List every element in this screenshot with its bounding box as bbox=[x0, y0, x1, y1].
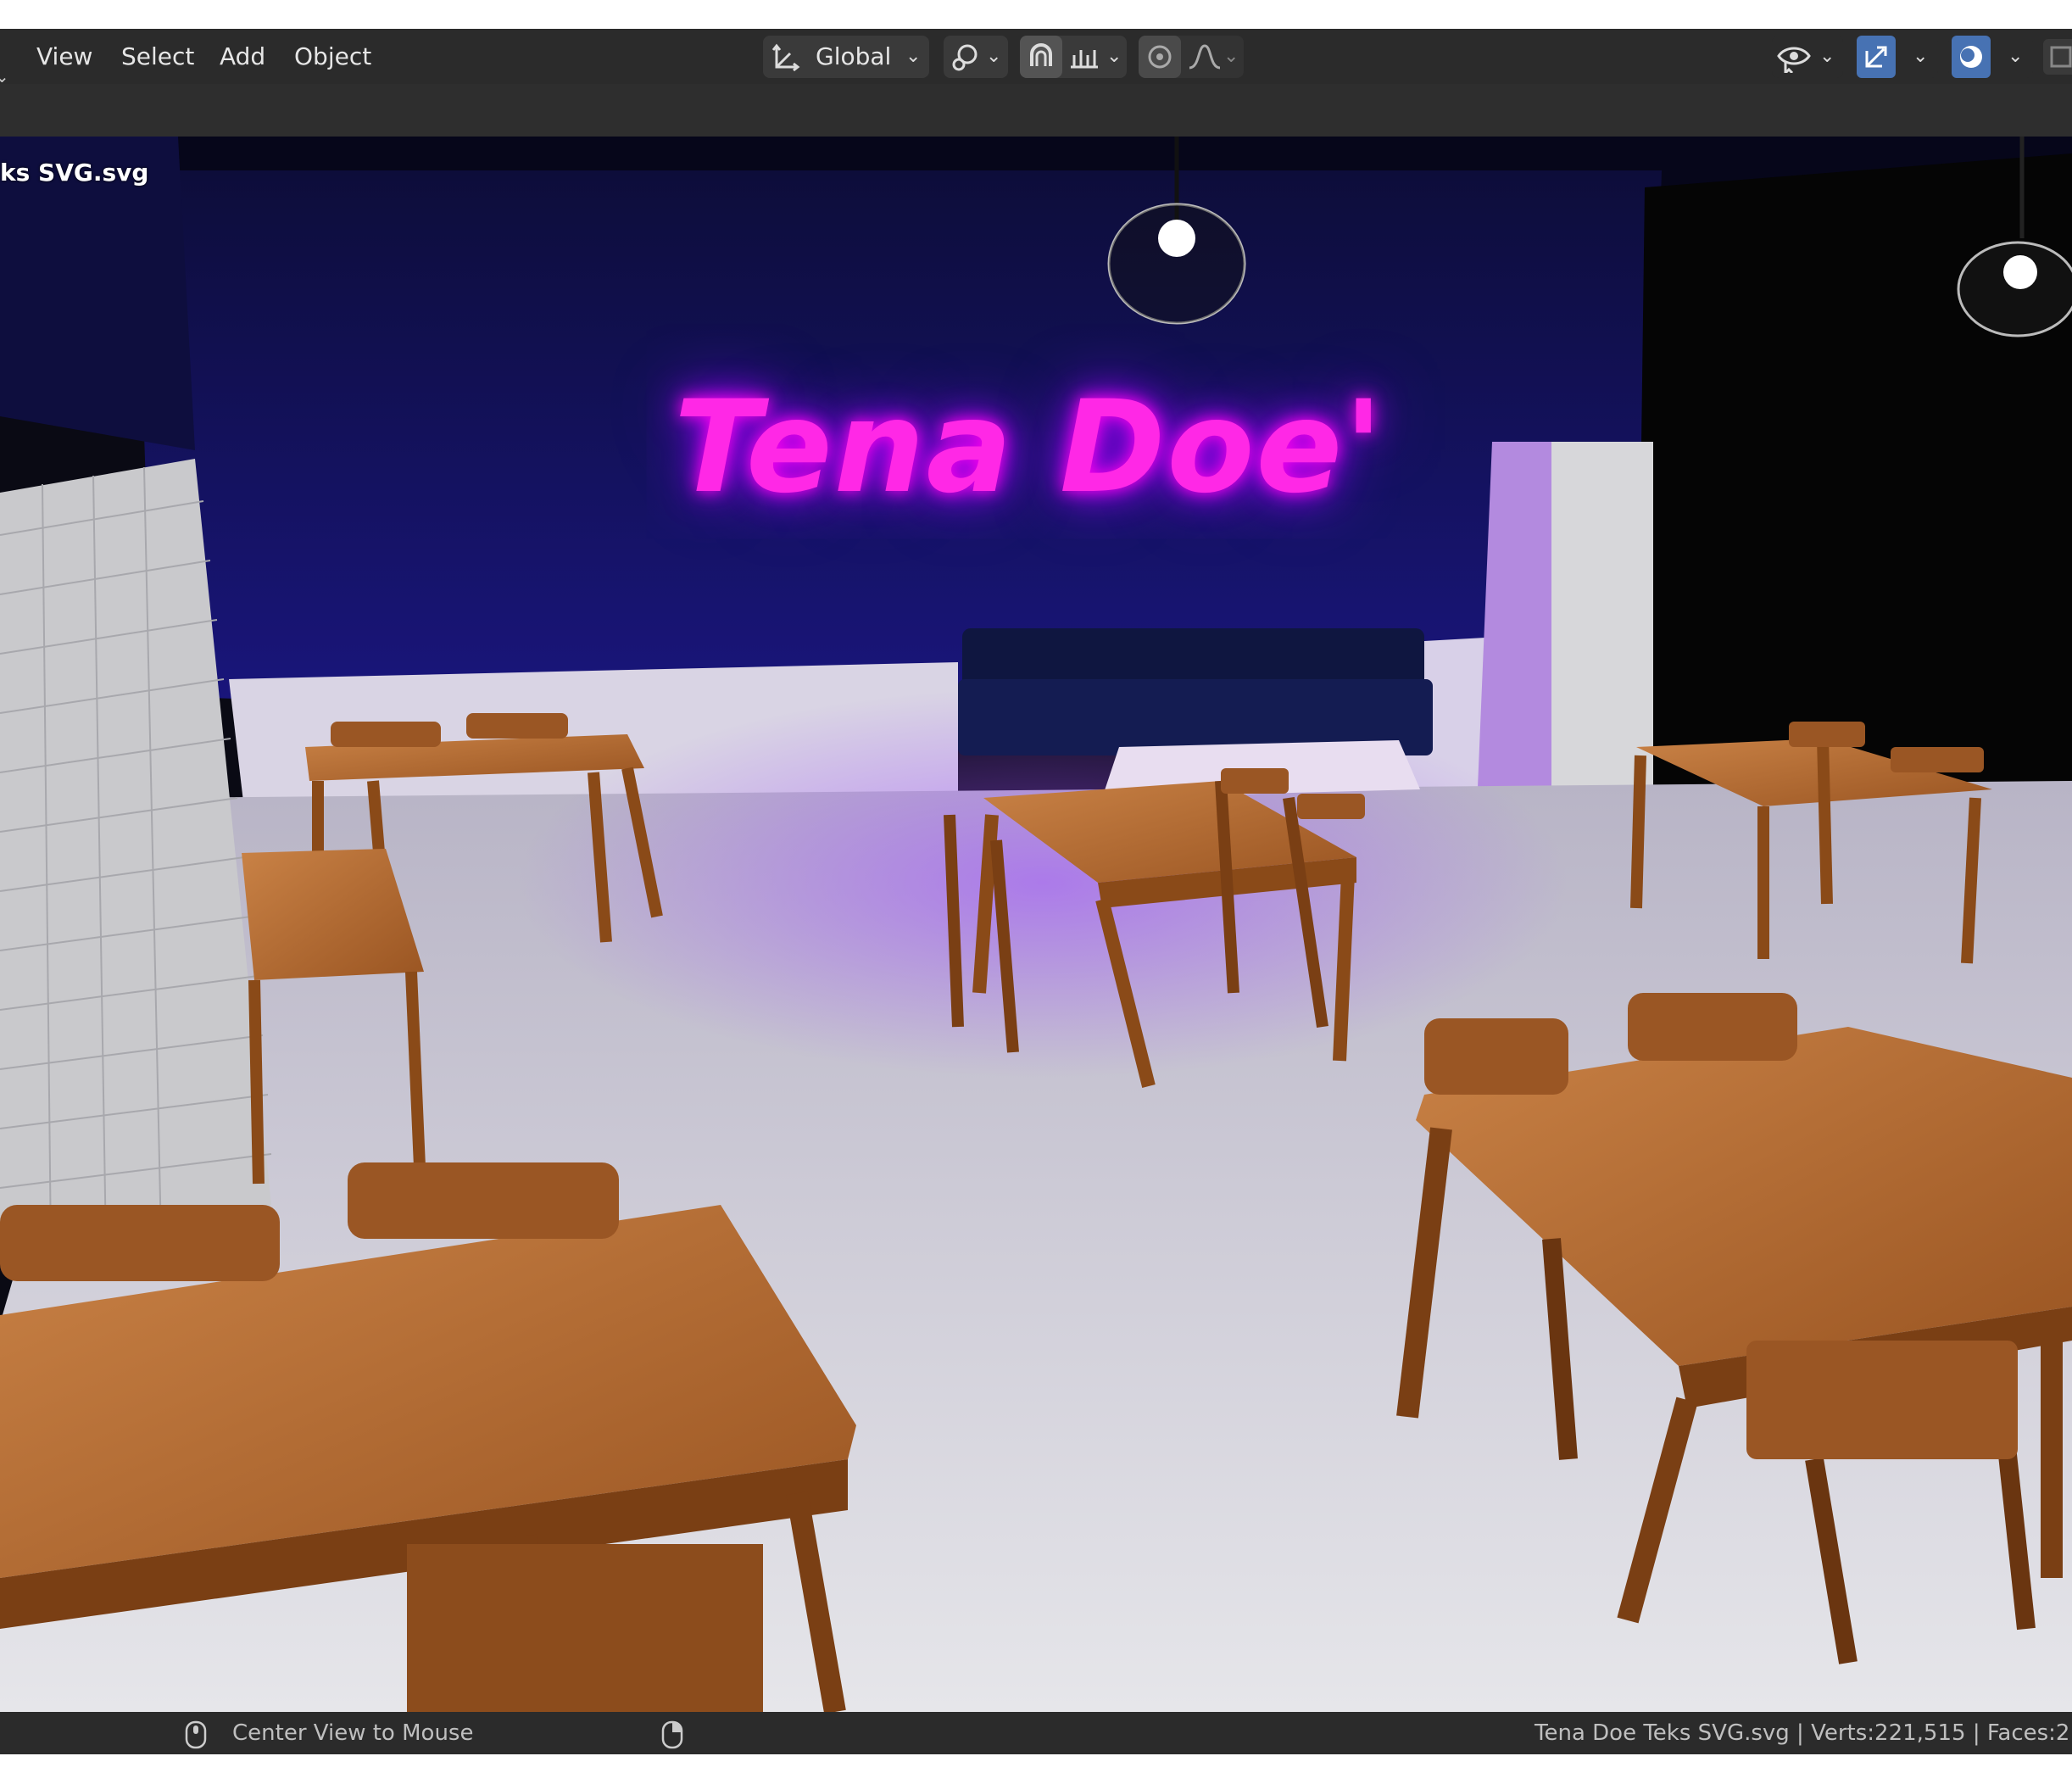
gizmo-toggle[interactable] bbox=[1857, 36, 1896, 78]
snapping-group: ⌄ bbox=[1020, 36, 1127, 78]
pivot-point-icon bbox=[952, 44, 978, 71]
proportional-editing-group: ⌄ bbox=[1139, 36, 1244, 78]
proportional-editing-toggle[interactable] bbox=[1139, 36, 1181, 78]
snap-toggle[interactable] bbox=[1020, 36, 1062, 78]
chevron-down-icon: ⌄ bbox=[905, 46, 922, 67]
menu-select[interactable]: Select bbox=[121, 29, 194, 84]
overlays-toggle[interactable] bbox=[1952, 36, 1991, 78]
transform-orientation-dropdown[interactable]: Global ⌄ bbox=[763, 36, 929, 78]
chevron-down-icon[interactable]: ⌄ bbox=[1106, 36, 1122, 78]
rendered-scene bbox=[0, 137, 2072, 1712]
xray-icon bbox=[2050, 46, 2072, 68]
menu-object[interactable]: Object bbox=[294, 29, 371, 84]
chevron-down-icon: ⌄ bbox=[2008, 46, 2024, 67]
eye-cursor-icon bbox=[1777, 47, 1811, 73]
3d-viewport[interactable]: Tena Doe' ks SVG.svg bbox=[0, 137, 2072, 1712]
scene-statistics: Tena Doe Teks SVG.svg | Verts:221,515 | … bbox=[1535, 1720, 2070, 1746]
viewport-object-label: ks SVG.svg bbox=[0, 159, 149, 187]
transform-orientation-label: Global bbox=[816, 42, 892, 70]
overlays-dropdown[interactable]: ⌄ bbox=[1948, 36, 2033, 78]
status-hint: Center View to Mouse bbox=[232, 1720, 474, 1746]
editor-type-dropdown-edge[interactable]: ⌄ bbox=[0, 29, 9, 86]
snap-increment-icon[interactable] bbox=[1067, 43, 1101, 72]
pivot-point-dropdown[interactable]: ⌄ bbox=[944, 36, 1008, 78]
menu-view[interactable]: View bbox=[36, 29, 92, 84]
selectability-visibility-dropdown[interactable]: ⌄ bbox=[1772, 36, 1843, 78]
neon-sign-text: Tena Doe' bbox=[674, 374, 1385, 521]
chevron-down-icon: ⌄ bbox=[1819, 46, 1835, 67]
xray-toggle[interactable] bbox=[2043, 39, 2072, 75]
tool-settings-strip bbox=[0, 84, 2072, 137]
overlays-icon bbox=[1960, 46, 1982, 68]
gizmo-icon bbox=[1865, 46, 1887, 68]
viewport-header: ⌄ View Select Add Object Global ⌄ ⌄ ⌄ ⌄ … bbox=[0, 29, 2072, 86]
status-bar: Center View to Mouse Tena Doe Teks SVG.s… bbox=[0, 1712, 2072, 1754]
proportional-editing-icon bbox=[1148, 45, 1172, 69]
menu-add[interactable]: Add bbox=[220, 29, 265, 84]
chevron-down-icon: ⌄ bbox=[1913, 46, 1929, 67]
magnet-icon bbox=[1030, 43, 1052, 66]
mouse-right-button-icon bbox=[661, 1720, 683, 1749]
mouse-middle-button-icon bbox=[185, 1720, 207, 1749]
chevron-down-icon: ⌄ bbox=[986, 46, 1002, 67]
chevron-down-icon: ⌄ bbox=[1223, 46, 1239, 67]
gizmo-dropdown[interactable]: ⌄ bbox=[1853, 36, 1938, 78]
transform-orientation-icon bbox=[771, 43, 800, 72]
falloff-curve-icon[interactable] bbox=[1188, 42, 1222, 71]
